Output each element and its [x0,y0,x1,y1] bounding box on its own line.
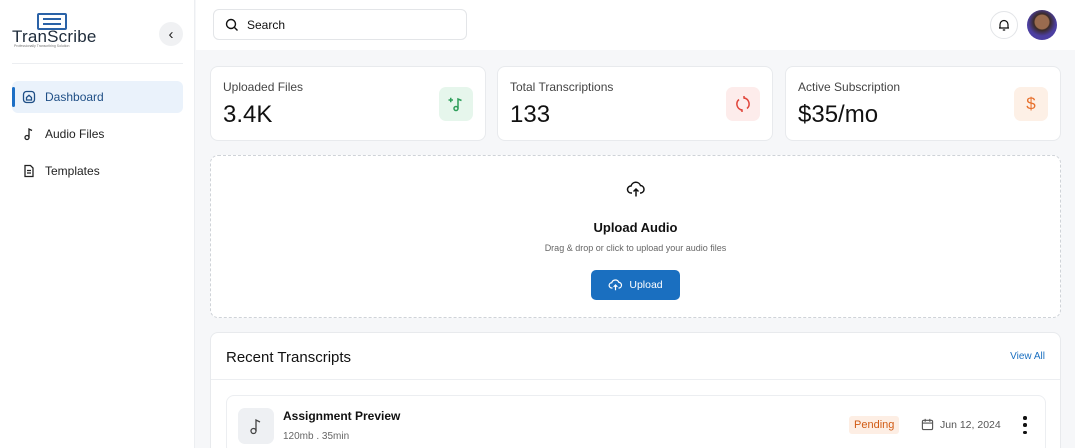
bell-icon [999,19,1009,31]
collapse-sidebar-button[interactable]: ‹ [159,22,183,46]
stat-value: $35/mo [798,101,879,128]
stat-value: 3.4K [223,101,273,128]
home-icon [22,90,36,104]
cloud-upload-icon [608,279,623,291]
date-text: Jun 12, 2024 [940,418,1001,431]
document-icon [22,164,36,178]
sidebar: TranScribe Professionally Transcribing S… [0,0,195,448]
upload-title: Upload Audio [593,220,678,235]
sidebar-item-label: Dashboard [45,90,104,104]
stat-label: Total Transcriptions [510,80,614,94]
top-bar: Search [196,0,1075,50]
view-all-link[interactable]: View All [1010,351,1045,362]
upload-button[interactable]: Upload [591,270,680,300]
stat-value: 133 [510,101,551,128]
music-note-icon [22,127,36,141]
sidebar-item-label: Audio Files [45,127,105,141]
transcript-name: Assignment Preview [283,409,401,423]
music-note-icon [238,408,274,444]
upload-subtitle: Drag & drop or click to upload your audi… [544,243,727,253]
stat-card-uploaded-files: Uploaded Files 3.4K [210,66,486,141]
brand-tagline: Professionally Transcribing Solution [14,44,70,48]
upload-dropzone[interactable]: Upload Audio Drag & drop or click to upl… [210,155,1061,318]
stat-card-active-subscription: Active Subscription $35/mo $ [785,66,1061,141]
brand-logo[interactable]: TranScribe Professionally Transcribing S… [12,13,102,51]
sidebar-item-templates[interactable]: Templates [12,155,183,187]
sidebar-item-audio-files[interactable]: Audio Files [12,118,183,150]
sidebar-item-dashboard[interactable]: Dashboard [12,81,183,113]
calendar-icon [921,418,934,431]
notifications-button[interactable] [990,11,1018,39]
list-item[interactable]: Assignment Preview 120mb . 35min Pending… [226,395,1046,448]
sidebar-item-label: Templates [45,164,100,178]
recent-transcripts-panel: Recent Transcripts View All Assignment P… [210,332,1061,448]
cloud-upload-icon [626,181,645,197]
transcript-meta: 120mb . 35min [283,431,350,442]
transcript-date: Jun 12, 2024 [921,418,1001,431]
search-icon [225,18,238,31]
search-input[interactable]: Search [213,9,467,40]
chevron-left-icon: ‹ [168,25,174,43]
music-add-icon [439,87,473,121]
dollar-icon: $ [1014,87,1048,121]
status-badge: Pending [849,416,900,434]
stat-label: Active Subscription [798,80,901,94]
stat-label: Uploaded Files [223,80,304,94]
more-options-button[interactable] [1022,416,1028,434]
refresh-icon [726,87,760,121]
avatar[interactable] [1027,10,1057,40]
search-placeholder: Search [247,17,286,32]
panel-divider [211,379,1060,380]
sidebar-divider [12,63,183,64]
stat-card-total-transcriptions: Total Transcriptions 133 [497,66,773,141]
sidebar-nav: Dashboard Audio Files Templates [12,81,183,192]
recent-transcripts-title: Recent Transcripts [226,349,352,366]
upload-button-label: Upload [629,279,663,291]
